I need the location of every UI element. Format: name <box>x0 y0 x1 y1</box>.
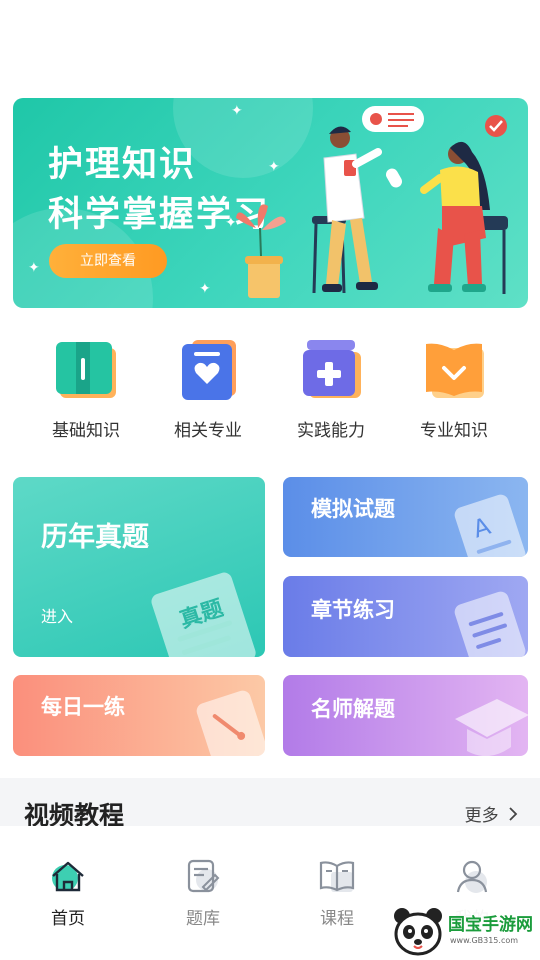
category-professional-knowledge[interactable]: 专业知识 <box>409 338 499 441</box>
category-label: 专业知识 <box>420 421 488 441</box>
category-related-major[interactable]: 相关专业 <box>163 338 253 441</box>
enter-link[interactable]: 进入 <box>41 603 73 627</box>
medical-kit-icon <box>299 338 363 402</box>
document-icon <box>454 591 526 657</box>
graduation-cap-icon <box>455 699 528 756</box>
tab-home[interactable]: 首页 <box>28 856 108 929</box>
card-title: 模拟试题 <box>311 497 395 521</box>
more-label: 更多 <box>464 806 499 826</box>
tab-label: 题库 <box>186 909 220 929</box>
test-paper-icon: A <box>454 494 526 557</box>
category-practice-ability[interactable]: 实践能力 <box>286 338 376 441</box>
teacher-explain-card[interactable]: 名师解题 <box>283 675 528 756</box>
view-now-button[interactable]: 立即查看 <box>49 244 167 278</box>
card-title: 每日一练 <box>41 695 125 719</box>
chapter-practice-card[interactable]: 章节练习 <box>283 576 528 657</box>
category-label: 实践能力 <box>297 421 365 441</box>
sparkle-icon: ✦ <box>199 281 211 297</box>
heart-card-icon <box>176 338 240 402</box>
card-title: 名师解题 <box>311 697 395 721</box>
tab-label: 课程 <box>320 909 354 929</box>
more-link[interactable]: 更多 <box>465 801 518 826</box>
watermark-url: www.GB315.com <box>450 936 519 945</box>
sparkle-icon: ✦ <box>28 260 40 276</box>
daily-practice-card[interactable]: 每日一练 <box>13 675 265 756</box>
panda-logo-icon <box>394 908 442 956</box>
card-title: 章节练习 <box>311 598 395 622</box>
category-label: 相关专业 <box>174 421 242 441</box>
past-exams-card[interactable]: 历年真题 进入 真题 <box>13 477 265 657</box>
tab-course[interactable]: 课程 <box>297 856 377 929</box>
card-title: 历年真题 <box>41 522 149 553</box>
course-icon <box>317 856 357 896</box>
mock-exams-card[interactable]: 模拟试题 A <box>283 477 528 557</box>
exam-paper-icon: 真题 <box>151 572 256 657</box>
nurse-doctor-illustration <box>236 106 508 298</box>
profile-icon <box>452 856 492 896</box>
open-book-icon <box>422 338 486 402</box>
pen-paper-icon <box>196 690 265 756</box>
tab-question-bank[interactable]: 题库 <box>163 856 243 929</box>
home-icon <box>48 856 88 896</box>
category-basic-knowledge[interactable]: 基础知识 <box>41 338 131 441</box>
site-watermark: 国宝手游网 www.GB315.com <box>388 900 540 960</box>
home-screen: ✦ ✦ ✦ ✦ ✦ 护理知识 科学掌握学习 立即查看 基础知识 相关专业 实践能… <box>0 0 540 960</box>
watermark-name: 国宝手游网 <box>448 915 533 935</box>
chevron-right-icon <box>508 806 518 826</box>
tab-label: 首页 <box>51 909 85 929</box>
banner-headline: 护理知识 <box>48 145 197 185</box>
book-icon <box>54 338 118 402</box>
category-label: 基础知识 <box>52 421 120 441</box>
promo-banner[interactable]: ✦ ✦ ✦ ✦ ✦ 护理知识 科学掌握学习 立即查看 <box>13 98 528 308</box>
question-bank-icon <box>183 856 223 896</box>
